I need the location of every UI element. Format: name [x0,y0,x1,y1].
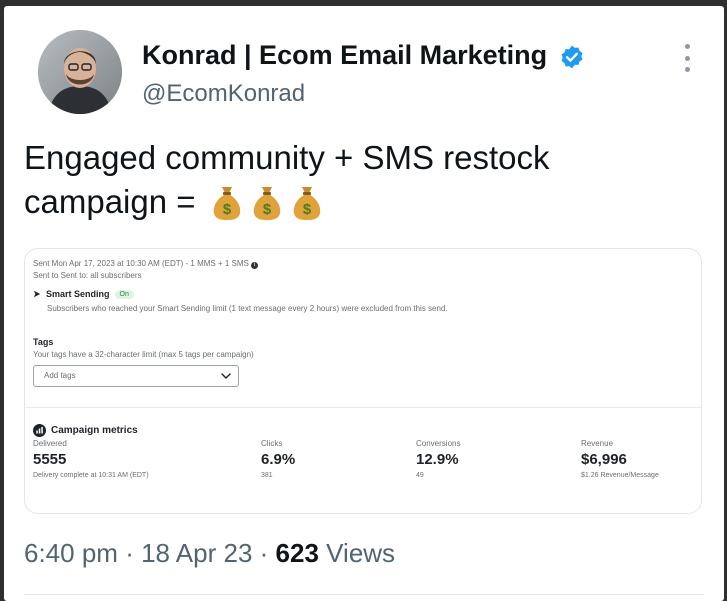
money-bag-icon: $ [293,187,320,220]
tweet-date[interactable]: 18 Apr 23 [141,538,252,568]
avatar-image [38,30,122,114]
send-arrow-icon [33,290,41,298]
divider [24,594,704,595]
metric-delivered: Delivered 5555 Delivery complete at 10:3… [33,439,149,479]
bar-chart-icon [33,424,46,437]
smart-sending-status-badge: On [114,289,134,299]
views-count[interactable]: 623 [276,538,319,568]
dot [684,55,690,61]
sent-info: Sent Mon Apr 17, 2023 at 10:30 AM (EDT) … [33,259,258,269]
avatar[interactable] [38,30,122,114]
svg-text:$: $ [263,201,272,218]
metric-subtext: $1.26 Revenue/Message [581,472,659,479]
metric-label: Clicks [261,439,283,448]
svg-text:$: $ [303,201,312,218]
dot [684,44,690,49]
author-display-name[interactable]: Konrad | Ecom Email Marketing [142,40,547,71]
svg-text:$: $ [223,201,232,218]
smart-sending-row: Smart Sending On [33,289,134,299]
emoji-row: $ $ $ [211,183,323,221]
money-bag-icon: $ [213,187,240,220]
campaign-metrics-header: Campaign metrics [33,424,138,437]
sent-info-text: Sent Mon Apr 17, 2023 at 10:30 AM (EDT) … [33,259,249,268]
separator: · [259,538,269,568]
campaign-metrics-title: Campaign metrics [51,425,138,436]
embedded-image[interactable]: Sent Mon Apr 17, 2023 at 10:30 AM (EDT) … [24,248,702,514]
dot [684,67,690,72]
metric-label: Delivered [33,439,67,448]
metric-conversions: Conversions 12.9% 49 [416,439,460,479]
chevron-down-icon [221,373,231,379]
smart-sending-label: Smart Sending [46,289,110,299]
author-handle[interactable]: @EcomKonrad [142,80,305,108]
smart-sending-description: Subscribers who reached your Smart Sendi… [47,304,448,313]
metric-label: Revenue [581,439,614,448]
metric-value: 6.9% [261,451,296,468]
metric-value: 12.9% [416,451,459,468]
more-options-icon[interactable] [676,44,698,72]
tags-dropdown[interactable]: Add tags [33,365,239,387]
divider [25,407,701,408]
metric-subtext: Delivery complete at 10:31 AM (EDT) [33,472,149,479]
separator: · [125,538,134,568]
verified-badge-icon [561,45,583,69]
tweet-text: Engaged community + SMS restock campaign… [24,136,664,224]
metric-subtext: 381 [261,472,273,479]
tweet-time[interactable]: 6:40 pm [24,538,118,568]
metric-label: Conversions [416,439,461,448]
metric-clicks: Clicks 6.9% 381 [261,439,295,479]
info-icon: i [250,262,258,269]
metric-subtext: 49 [416,472,424,479]
tags-label: Tags [33,337,54,347]
tweet-card: Konrad | Ecom Email Marketing @EcomKonra… [4,6,724,601]
views-label: Views [326,538,396,568]
tags-hint: Your tags have a 32-character limit (max… [33,350,254,359]
sent-to: Sent to Sent to: all subscribers [33,271,142,280]
tags-placeholder: Add tags [44,371,76,380]
money-bag-icon: $ [253,187,280,220]
tweet-timestamp[interactable]: 6:40 pm · 18 Apr 23 · 623 Views [24,538,395,569]
metric-value: $6,996 [581,451,627,468]
metric-value: 5555 [33,451,67,468]
metric-revenue: Revenue $6,996 $1.26 Revenue/Message [581,439,659,479]
